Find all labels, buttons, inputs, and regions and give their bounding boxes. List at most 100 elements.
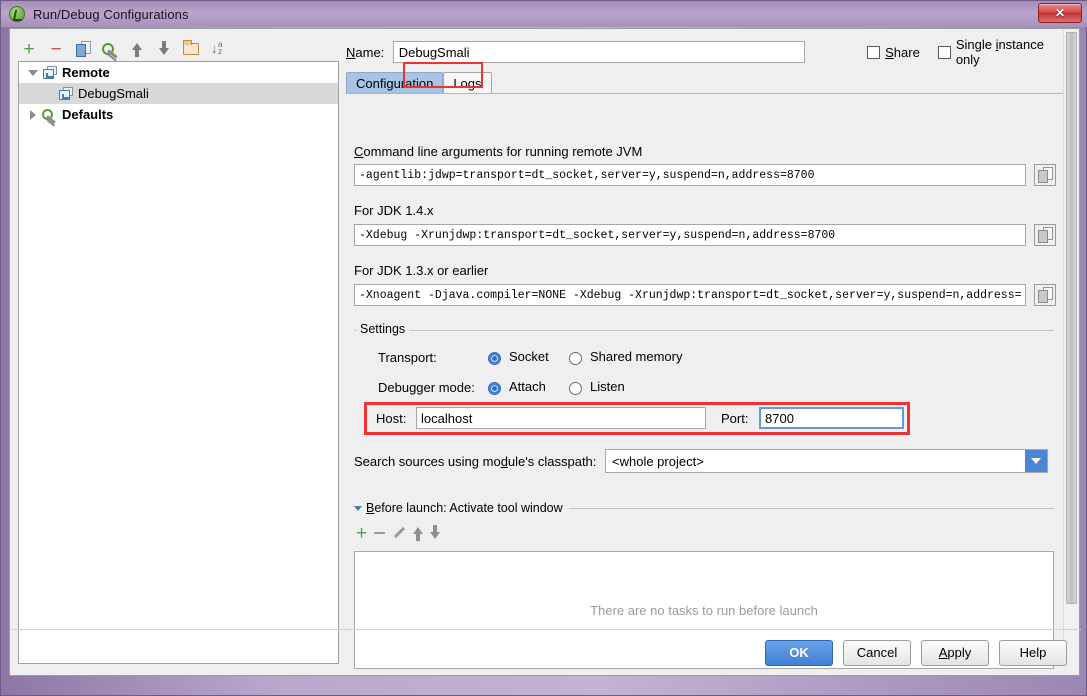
jdk14-input[interactable] <box>354 224 1026 246</box>
android-icon <box>9 6 25 22</box>
search-sources-combo[interactable]: <whole project> <box>605 449 1048 473</box>
debugger-mode-label: Debugger mode: <box>378 380 475 395</box>
tab-label: Configuration <box>356 76 434 91</box>
section-divider <box>568 507 1054 509</box>
arrow-up-icon <box>132 43 142 57</box>
copy-cmdline-button[interactable] <box>1034 164 1056 186</box>
tree-node-label: Defaults <box>62 107 114 122</box>
sort-az-icon: ↓ a z <box>211 40 223 56</box>
search-sources-value: <whole project> <box>612 453 704 469</box>
single-instance-label: Single instance only <box>955 37 1044 67</box>
group-divider <box>354 330 1054 331</box>
remove-configuration-button[interactable]: − <box>45 38 67 60</box>
tab-logs[interactable]: Logs <box>443 72 492 94</box>
create-folder-button[interactable] <box>180 38 202 60</box>
radio-transport-socket[interactable] <box>488 352 501 365</box>
name-input[interactable] <box>392 41 806 63</box>
tab-bar: Configuration Logs <box>346 71 1068 94</box>
help-button[interactable]: Help <box>999 639 1067 666</box>
host-input[interactable] <box>416 407 706 429</box>
task-move-down-button <box>430 525 441 539</box>
checkbox-box[interactable] <box>867 45 881 59</box>
window-title: Run/Debug Configurations <box>33 6 189 22</box>
copy-icon <box>1037 287 1053 303</box>
search-sources-label: Search sources using module's classpath: <box>354 454 597 469</box>
settings-group-title: Settings <box>356 322 410 336</box>
apply-button-label: Apply <box>938 645 972 660</box>
radio-transport-socket-label: Socket <box>509 349 549 364</box>
name-label: Name: <box>346 44 385 60</box>
apply-button[interactable]: Apply <box>921 639 989 666</box>
radio-transport-shared-memory[interactable] <box>569 352 582 365</box>
jdk13-label: For JDK 1.3.x or earlier <box>354 263 489 278</box>
title-bar: Run/Debug Configurations ✕ <box>1 1 1087 27</box>
configurations-tree[interactable]: Remote DebugSmali Defaults <box>18 61 339 664</box>
remove-task-button <box>374 531 386 535</box>
arrow-down-icon <box>159 41 169 55</box>
copy-jdk13-button[interactable] <box>1034 284 1056 306</box>
copy-icon <box>75 41 91 57</box>
port-input[interactable] <box>759 407 904 429</box>
pane-scrollbar[interactable] <box>1063 30 1078 640</box>
cmdline-label: Command line arguments for running remot… <box>354 144 643 159</box>
share-checkbox[interactable]: Share <box>867 45 920 60</box>
tree-node-debugsmali[interactable]: DebugSmali <box>19 83 338 104</box>
copy-configuration-button[interactable] <box>72 38 94 60</box>
minus-icon: − <box>50 38 62 60</box>
configurations-toolbar: + − ↓ a z <box>18 35 338 63</box>
transport-label: Transport: <box>378 350 437 365</box>
copy-jdk14-button[interactable] <box>1034 224 1056 246</box>
before-launch-header[interactable]: Before launch: Activate tool window <box>354 499 1054 517</box>
run-debug-configurations-window: Run/Debug Configurations ✕ + − ↓ a z Rem… <box>0 0 1087 696</box>
move-up-button[interactable] <box>126 38 148 60</box>
checkbox-box[interactable] <box>937 45 951 59</box>
chevron-down-icon[interactable] <box>25 69 41 76</box>
ok-button-label: OK <box>789 645 809 660</box>
dialog-body: + − ↓ a z Remote DebugSmali Defaults Nam… <box>9 28 1081 676</box>
jdk13-input[interactable] <box>354 284 1026 306</box>
before-launch-title: Before launch: Activate tool window <box>366 501 563 515</box>
scrollbar-thumb[interactable] <box>1066 32 1077 604</box>
copy-icon <box>1037 167 1053 183</box>
folder-icon <box>182 40 199 55</box>
name-row: Name: Share Single instance only <box>346 37 1068 67</box>
tree-node-defaults[interactable]: Defaults <box>19 104 338 125</box>
add-configuration-button[interactable]: + <box>18 38 40 60</box>
before-launch-section: Before launch: Activate tool window + <box>354 499 1054 546</box>
radio-mode-attach[interactable] <box>488 382 501 395</box>
cancel-button-label: Cancel <box>856 645 898 660</box>
close-icon: ✕ <box>1054 6 1066 20</box>
defaults-icon <box>41 108 59 122</box>
single-instance-checkbox[interactable]: Single instance only <box>937 37 1068 67</box>
close-button[interactable]: ✕ <box>1038 3 1082 23</box>
jdk14-label: For JDK 1.4.x <box>354 203 434 218</box>
cancel-button[interactable]: Cancel <box>843 639 911 666</box>
tree-node-label: Remote <box>62 65 110 80</box>
configuration-pane: Name: Share Single instance only Configu… <box>346 33 1068 669</box>
remote-icon <box>57 87 75 100</box>
edit-task-button <box>392 526 406 540</box>
before-launch-toolbar: + <box>354 520 1054 546</box>
ok-button[interactable]: OK <box>765 639 833 666</box>
radio-transport-shared-memory-label: Shared memory <box>590 349 683 364</box>
remote-icon <box>41 66 59 79</box>
tab-underline <box>346 93 1068 94</box>
radio-mode-listen-label: Listen <box>590 379 625 394</box>
radio-mode-listen[interactable] <box>569 382 582 395</box>
add-task-button[interactable]: + <box>356 524 367 543</box>
chevron-down-icon[interactable] <box>1025 450 1047 472</box>
sort-configurations-button[interactable]: ↓ a z <box>207 38 229 60</box>
tab-configuration[interactable]: Configuration <box>346 72 444 94</box>
cmdline-input[interactable] <box>354 164 1026 186</box>
chevron-right-icon[interactable] <box>25 109 41 120</box>
tab-label: Logs <box>453 76 482 91</box>
plus-icon: + <box>23 38 35 60</box>
host-label: Host: <box>376 411 407 426</box>
tree-node-label: DebugSmali <box>78 86 149 101</box>
chevron-down-icon[interactable] <box>354 505 362 511</box>
port-label: Port: <box>721 411 749 426</box>
edit-defaults-button[interactable] <box>99 38 121 60</box>
tree-node-remote[interactable]: Remote <box>19 62 338 83</box>
move-down-button[interactable] <box>153 38 175 60</box>
copy-icon <box>1037 227 1053 243</box>
